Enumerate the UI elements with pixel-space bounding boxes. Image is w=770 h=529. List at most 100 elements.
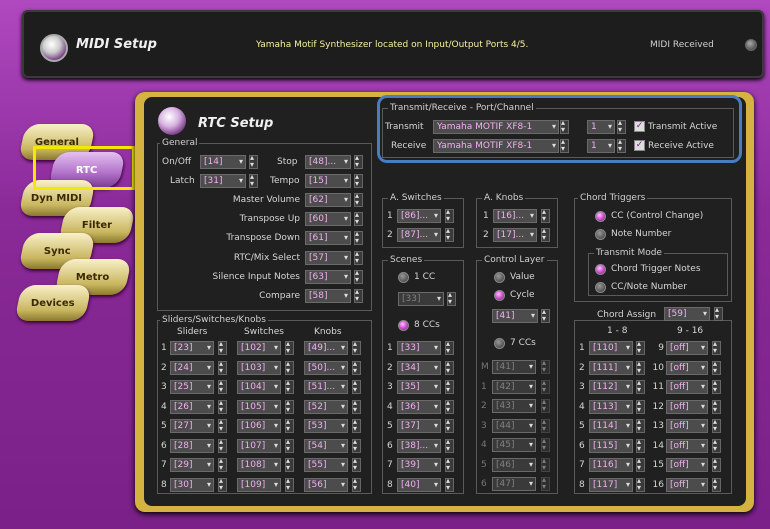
scene-select[interactable]: [40] [397, 477, 441, 492]
general-row-select[interactable]: [63] [305, 269, 351, 284]
chord-trigger-notes-radio[interactable] [595, 264, 606, 275]
control-layer-select[interactable]: [41] [492, 360, 536, 374]
switch-select[interactable]: [106] [237, 419, 281, 433]
tab-devices[interactable]: Devices [14, 285, 92, 321]
scene-select[interactable]: [37] [397, 419, 441, 433]
knob-select[interactable]: [52] [304, 399, 348, 414]
control-layer-stepper[interactable] [541, 378, 550, 394]
knob-select[interactable]: [53] [304, 419, 348, 433]
switch-select[interactable]: [109] [237, 477, 281, 492]
one-cc-radio[interactable] [398, 272, 409, 283]
chord-select[interactable]: [114] [589, 419, 633, 433]
scene-select[interactable]: [33] [397, 341, 441, 355]
chord-stepper[interactable] [712, 339, 721, 355]
scene-select[interactable]: [34] [397, 360, 441, 375]
slider-stepper[interactable] [218, 417, 227, 433]
note-number-radio[interactable] [595, 229, 606, 240]
general-row-select[interactable]: [62] [305, 193, 351, 207]
switch-select[interactable]: [102] [237, 341, 281, 355]
control-layer-stepper[interactable] [541, 456, 550, 472]
knob-select[interactable]: [50]... [304, 360, 348, 375]
general-row-select[interactable]: [60] [305, 212, 351, 227]
slider-stepper[interactable] [218, 359, 227, 375]
chord-stepper[interactable] [636, 398, 645, 414]
slider-select[interactable]: [24] [170, 360, 214, 375]
chord-select[interactable]: [off] [666, 380, 708, 394]
general-row-select[interactable]: [61] [305, 231, 351, 246]
slider-stepper[interactable] [218, 456, 227, 472]
a-switch-select[interactable]: [86]... [397, 209, 441, 223]
chord-select[interactable]: [off] [666, 419, 708, 433]
a-switch-stepper[interactable] [445, 226, 454, 242]
latch-stepper[interactable] [249, 172, 258, 188]
scene-select[interactable]: [38]... [397, 438, 441, 453]
chord-select[interactable]: [116] [589, 458, 633, 472]
knob-stepper[interactable] [352, 417, 361, 433]
scene-select[interactable]: [36] [397, 399, 441, 414]
cc-radio[interactable] [595, 211, 606, 222]
knob-select[interactable]: [51]... [304, 380, 348, 394]
a-knob-stepper[interactable] [541, 226, 550, 242]
general-row-stepper[interactable] [354, 210, 363, 227]
general-row-select[interactable]: [58] [305, 289, 351, 303]
onoff-select[interactable]: [14] [200, 155, 246, 169]
seven-ccs-radio[interactable] [494, 338, 505, 349]
a-knob-select[interactable]: [17]... [493, 228, 537, 242]
chord-stepper[interactable] [636, 359, 645, 375]
chord-stepper[interactable] [636, 417, 645, 433]
cycle-stepper[interactable] [541, 307, 550, 323]
one-cc-select[interactable]: [33] [398, 292, 444, 306]
chord-stepper[interactable] [636, 378, 645, 394]
slider-stepper[interactable] [218, 476, 227, 492]
chord-stepper[interactable] [712, 437, 721, 453]
slider-stepper[interactable] [218, 339, 227, 355]
scene-stepper[interactable] [445, 359, 454, 375]
control-layer-stepper[interactable] [541, 397, 550, 413]
scene-select[interactable]: [35] [397, 380, 441, 394]
cc-note-number-radio[interactable] [595, 282, 606, 293]
control-layer-select[interactable]: [45] [492, 438, 536, 452]
control-layer-stepper[interactable] [541, 417, 550, 433]
knob-stepper[interactable] [352, 398, 361, 414]
chord-select[interactable]: [111] [589, 360, 633, 375]
knob-select[interactable]: [55] [304, 458, 348, 472]
chord-stepper[interactable] [712, 476, 721, 492]
switch-select[interactable]: [107] [237, 438, 281, 453]
chord-select[interactable]: [off] [666, 458, 708, 472]
knob-stepper[interactable] [352, 476, 361, 492]
general-row-stepper[interactable] [354, 287, 363, 303]
slider-stepper[interactable] [218, 378, 227, 394]
knob-select[interactable]: [56] [304, 477, 348, 492]
chord-select[interactable]: [110] [589, 341, 633, 355]
control-layer-select[interactable]: [47] [492, 477, 536, 491]
knob-stepper[interactable] [352, 359, 361, 375]
slider-select[interactable]: [30] [170, 477, 214, 492]
control-layer-select[interactable]: [46] [492, 457, 536, 472]
chord-stepper[interactable] [636, 456, 645, 472]
slider-select[interactable]: [23] [170, 341, 214, 355]
general-row-stepper[interactable] [354, 229, 363, 246]
scene-stepper[interactable] [445, 456, 454, 472]
chord-assign-select[interactable]: [59] [664, 307, 710, 321]
chord-stepper[interactable] [636, 437, 645, 453]
chord-stepper[interactable] [636, 476, 645, 492]
cycle-select[interactable]: [41] [492, 309, 538, 323]
control-layer-stepper[interactable] [541, 358, 550, 374]
knob-select[interactable]: [54] [304, 438, 348, 453]
control-layer-select[interactable]: [44] [492, 418, 536, 433]
chord-stepper[interactable] [636, 339, 645, 355]
switch-stepper[interactable] [285, 359, 294, 375]
scene-stepper[interactable] [445, 339, 454, 355]
a-knob-stepper[interactable] [541, 207, 550, 223]
chord-select[interactable]: [off] [666, 360, 708, 375]
cycle-radio[interactable] [494, 290, 505, 301]
switch-stepper[interactable] [285, 417, 294, 433]
chord-select[interactable]: [115] [589, 438, 633, 453]
chord-select[interactable]: [113] [589, 399, 633, 414]
one-cc-stepper[interactable] [447, 290, 456, 306]
control-layer-select[interactable]: [42] [492, 379, 536, 394]
control-layer-select[interactable]: [43] [492, 399, 536, 413]
knob-stepper[interactable] [352, 339, 361, 355]
scene-stepper[interactable] [445, 437, 454, 453]
general-row-stepper[interactable] [354, 268, 363, 284]
